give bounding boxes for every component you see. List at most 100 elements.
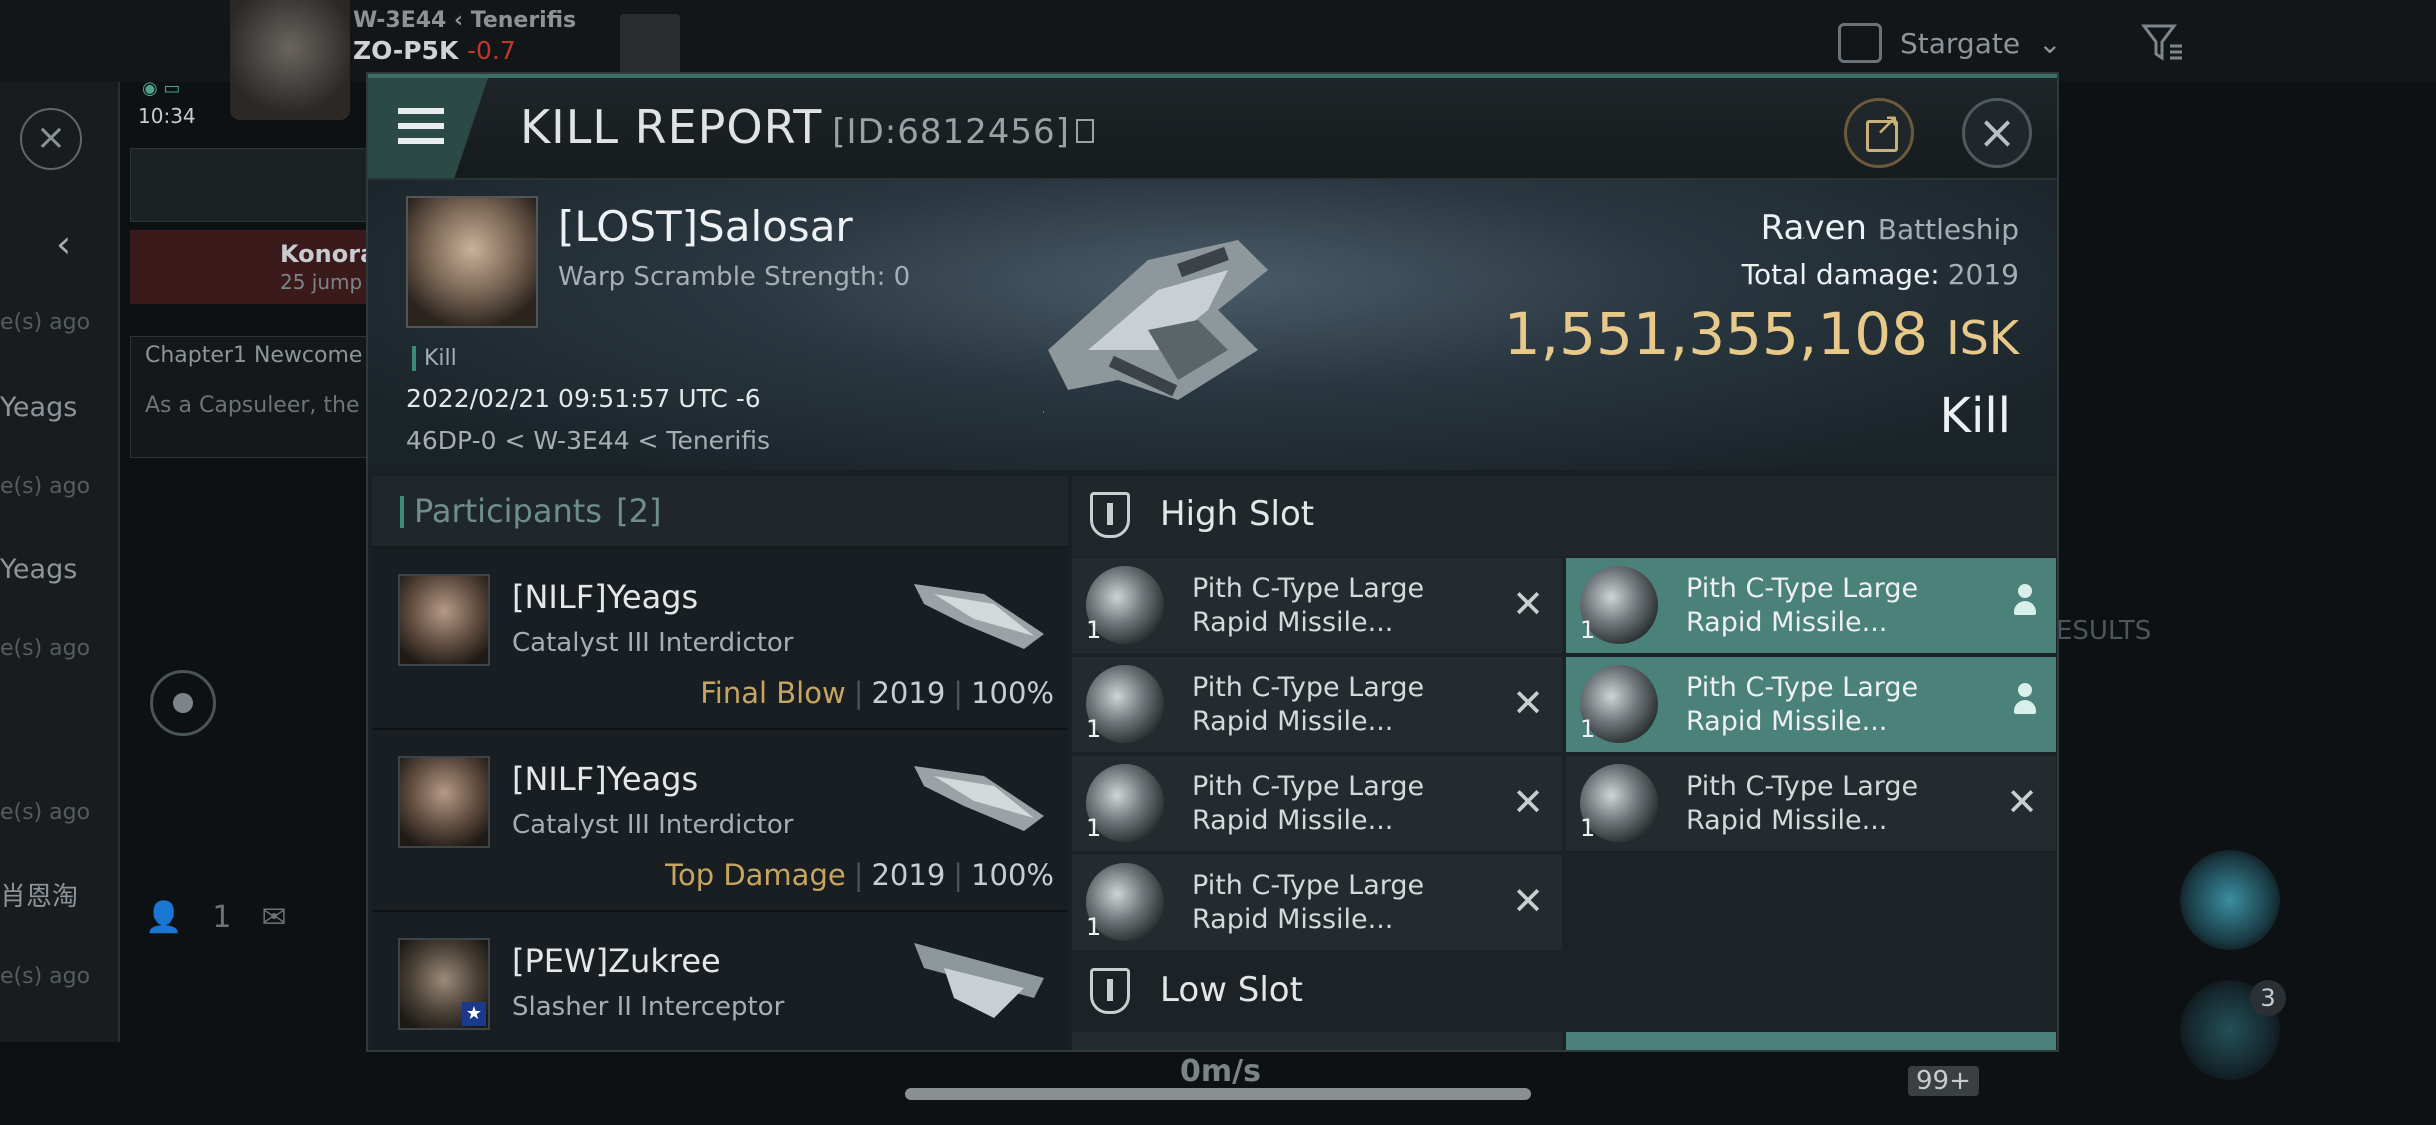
- module-qty: 1: [1580, 715, 1596, 743]
- route-jumps: 25 jump: [280, 270, 363, 294]
- time-ago: e(s) ago: [0, 310, 91, 335]
- hamburger-icon: [398, 108, 444, 144]
- route-location: W-3E44 ‹ Tenerifis: [353, 8, 577, 33]
- module-item[interactable]: 1 Pith C-Type Large Rapid Missile...: [1566, 657, 2056, 752]
- participant-ship: Slasher II Interceptor: [512, 992, 785, 1022]
- ship-class: Battleship: [1877, 213, 2019, 246]
- target-icon[interactable]: [150, 670, 216, 736]
- people-count: 1: [212, 900, 232, 935]
- close-icon[interactable]: ×: [20, 108, 82, 170]
- victim-portrait[interactable]: [406, 196, 538, 328]
- low-slot-header: Low Slot: [1072, 952, 2057, 1032]
- chevron-left-icon[interactable]: ‹: [56, 222, 71, 266]
- chat-sender: Yeags: [0, 554, 78, 585]
- destroyed-icon: ✕: [2006, 780, 2038, 824]
- kill-result: Kill: [1939, 388, 2011, 444]
- total-damage: Total damage: 2019: [1742, 258, 2019, 291]
- victim-name[interactable]: [LOST]Salosar: [558, 202, 853, 251]
- participant-ship: Catalyst III Interdictor: [512, 810, 794, 840]
- participant-damage: 2019: [871, 676, 946, 710]
- module-name: Pith C-Type Large Rapid Missile...: [1686, 672, 1919, 737]
- final-blow-tag: Final Blow: [700, 676, 846, 710]
- destroyed-icon: ✕: [1512, 681, 1544, 725]
- participant-ship: Catalyst III Interdictor: [512, 628, 794, 658]
- module-name: Pith C-Type Large Rapid Missile...: [1686, 771, 1919, 836]
- module-item[interactable]: 1 Pith C-Type Large Rapid Missile... ✕: [1072, 558, 1562, 653]
- person-icon: [2012, 584, 2038, 620]
- copy-icon[interactable]: [1075, 118, 1094, 143]
- mail-icon[interactable]: ✉: [261, 900, 286, 935]
- participant-percent: 100%: [971, 858, 1054, 892]
- route-panel[interactable]: Konora 25 jump: [130, 230, 376, 304]
- victim-ship-image[interactable]: [1028, 200, 1288, 430]
- participant-name: [PEW]Zukree: [512, 942, 721, 980]
- module-count-badge: 3: [2250, 980, 2286, 1016]
- chat-sender: 肖恩淘: [0, 882, 79, 912]
- participants-header: Participants [2]: [372, 476, 1068, 548]
- top-damage-tag: Top Damage: [665, 858, 846, 892]
- participant-percent: 100%: [971, 676, 1054, 710]
- module-qty: 1: [1086, 913, 1102, 941]
- participant-row[interactable]: [NILF]Yeags Catalyst III Interdictor Fin…: [372, 548, 1068, 730]
- participant-avatar[interactable]: [398, 756, 490, 848]
- module-item[interactable]: 1 Pith C-Type Large Rapid Missile...: [1566, 558, 2056, 653]
- speed-readout: 0m/s: [1180, 1054, 1261, 1089]
- bottom-left-bar: 👤 1 ✉: [145, 900, 287, 935]
- current-system[interactable]: ZO-P5K -0.7: [353, 36, 516, 65]
- home-indicator[interactable]: [905, 1088, 1531, 1100]
- kill-report-modal: KILL REPORT[ID:6812456] × [LOST]Salosar …: [366, 72, 2059, 1052]
- kill-location[interactable]: 46DP-0 < W-3E44 < Tenerifis: [406, 426, 770, 455]
- low-slot-label: Low Slot: [1160, 970, 1303, 1010]
- participant-avatar[interactable]: [398, 574, 490, 666]
- module-item[interactable]: [1566, 1032, 2056, 1050]
- hud-tabs[interactable]: [130, 148, 372, 222]
- high-slot-label: High Slot: [1160, 494, 1315, 534]
- module-item[interactable]: 1 Pith C-Type Large Rapid Missile... ✕: [1072, 855, 1562, 950]
- modal-title: KILL REPORT [ID:6812456]: [520, 100, 1094, 154]
- menu-button[interactable]: [368, 78, 488, 178]
- module-button[interactable]: [2180, 850, 2280, 950]
- close-button[interactable]: ×: [1962, 98, 2032, 168]
- kill-date: 2022/02/21 09:51:57 UTC -6: [406, 384, 761, 413]
- module-item[interactable]: 1 Pith C-Type Large Rapid Missile... ✕: [1072, 657, 1562, 752]
- stargate-icon: [1838, 23, 1882, 63]
- destroyed-icon: ✕: [1512, 582, 1544, 626]
- module-name: Pith C-Type Large Rapid Missile...: [1192, 573, 1425, 638]
- mission-panel[interactable]: Chapter1 Newcome As a Capsuleer, the: [130, 336, 372, 458]
- participant-ship-image: [914, 584, 1044, 649]
- notification-badge: 99+: [1908, 1066, 1979, 1096]
- isk-unit: ISK: [1946, 311, 2019, 365]
- filter-icon[interactable]: [2140, 20, 2184, 64]
- results-label: ESULTS: [2056, 616, 2152, 646]
- module-item[interactable]: 1 Pith C-Type Large Rapid Missile... ✕: [1072, 756, 1562, 851]
- time-ago: e(s) ago: [0, 474, 91, 499]
- participant-row[interactable]: [NILF]Yeags Catalyst III Interdictor Top…: [372, 730, 1068, 912]
- participant-damage: 2019: [871, 858, 946, 892]
- module-item[interactable]: 1 Pith C-Type Large Rapid Missile... ✕: [1566, 756, 2056, 851]
- participant-avatar[interactable]: ★: [398, 938, 490, 1030]
- total-damage-value: 2019: [1947, 258, 2019, 291]
- victim-section: [LOST]Salosar Warp Scramble Strength: 0 …: [368, 180, 2057, 470]
- module-qty: 1: [1580, 814, 1596, 842]
- module-item[interactable]: [1072, 1032, 1562, 1050]
- module-name: Pith C-Type Large Rapid Missile...: [1192, 870, 1425, 935]
- participants-count: [2]: [616, 492, 662, 530]
- time-ago: e(s) ago: [0, 636, 91, 661]
- title-text: KILL REPORT: [520, 100, 823, 154]
- module-name: Pith C-Type Large Rapid Missile...: [1686, 573, 1919, 638]
- system-name: ZO-P5K: [353, 36, 459, 65]
- character-portrait[interactable]: [230, 0, 350, 120]
- person-icon: [2012, 683, 2038, 719]
- participant-stats: Top Damage | 2019 | 100%: [665, 858, 1054, 892]
- stargate-selector[interactable]: Stargate ⌄: [1838, 18, 2062, 68]
- share-button[interactable]: [1844, 98, 1914, 168]
- participant-row[interactable]: ★ [PEW]Zukree Slasher II Interceptor: [372, 912, 1068, 1050]
- isk-value: 1,551,355,108 ISK: [1504, 300, 2019, 368]
- module-qty: 1: [1580, 616, 1596, 644]
- corp-insignia-icon[interactable]: [620, 14, 680, 74]
- person-icon[interactable]: 👤: [145, 900, 182, 935]
- total-damage-label: Total damage:: [1741, 258, 1940, 291]
- star-icon: ★: [462, 1002, 486, 1026]
- low-slot-icon: [1090, 968, 1130, 1014]
- chat-sender: Yeags: [0, 392, 78, 423]
